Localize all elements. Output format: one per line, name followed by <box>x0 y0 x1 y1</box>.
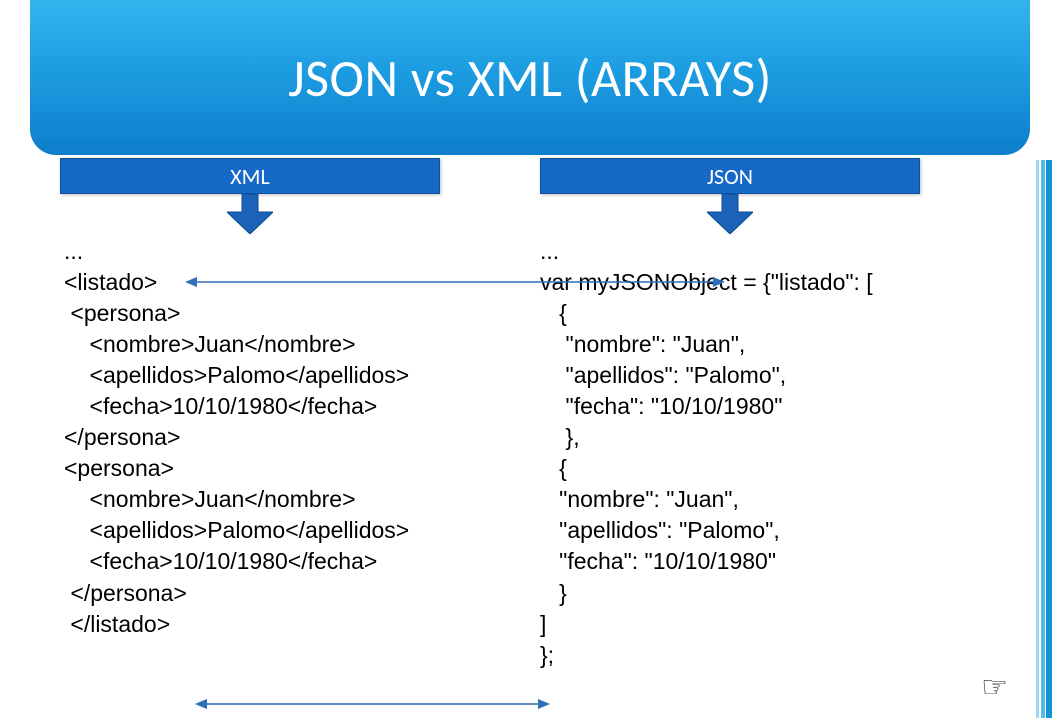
correspondence-arrow-top <box>185 275 725 289</box>
arrow-down-icon <box>707 194 753 234</box>
xml-code-block: ... <listado> <persona> <nombre>Juan</no… <box>64 236 409 640</box>
slide-root: JSON vs XML (ARRAYS) XML JSON ... <lista… <box>0 0 1060 728</box>
column-header-json: JSON <box>540 158 920 194</box>
arrow-down-icon <box>227 194 273 234</box>
column-header-xml-label: XML <box>230 163 269 190</box>
correspondence-arrow-bottom <box>195 697 550 711</box>
column-header-json-label: JSON <box>707 163 753 190</box>
title-band: JSON vs XML (ARRAYS) <box>30 0 1030 155</box>
json-code-block: ... var myJSONObject = {"listado": [ { "… <box>540 236 873 671</box>
content-area: XML JSON ... <listado> <persona> <nombre… <box>40 158 1020 728</box>
decorative-stripes-right <box>1030 160 1052 718</box>
column-header-xml: XML <box>60 158 440 194</box>
hand-pointer-icon: ☞ <box>981 669 1008 706</box>
slide-title: JSON vs XML (ARRAYS) <box>288 46 772 110</box>
